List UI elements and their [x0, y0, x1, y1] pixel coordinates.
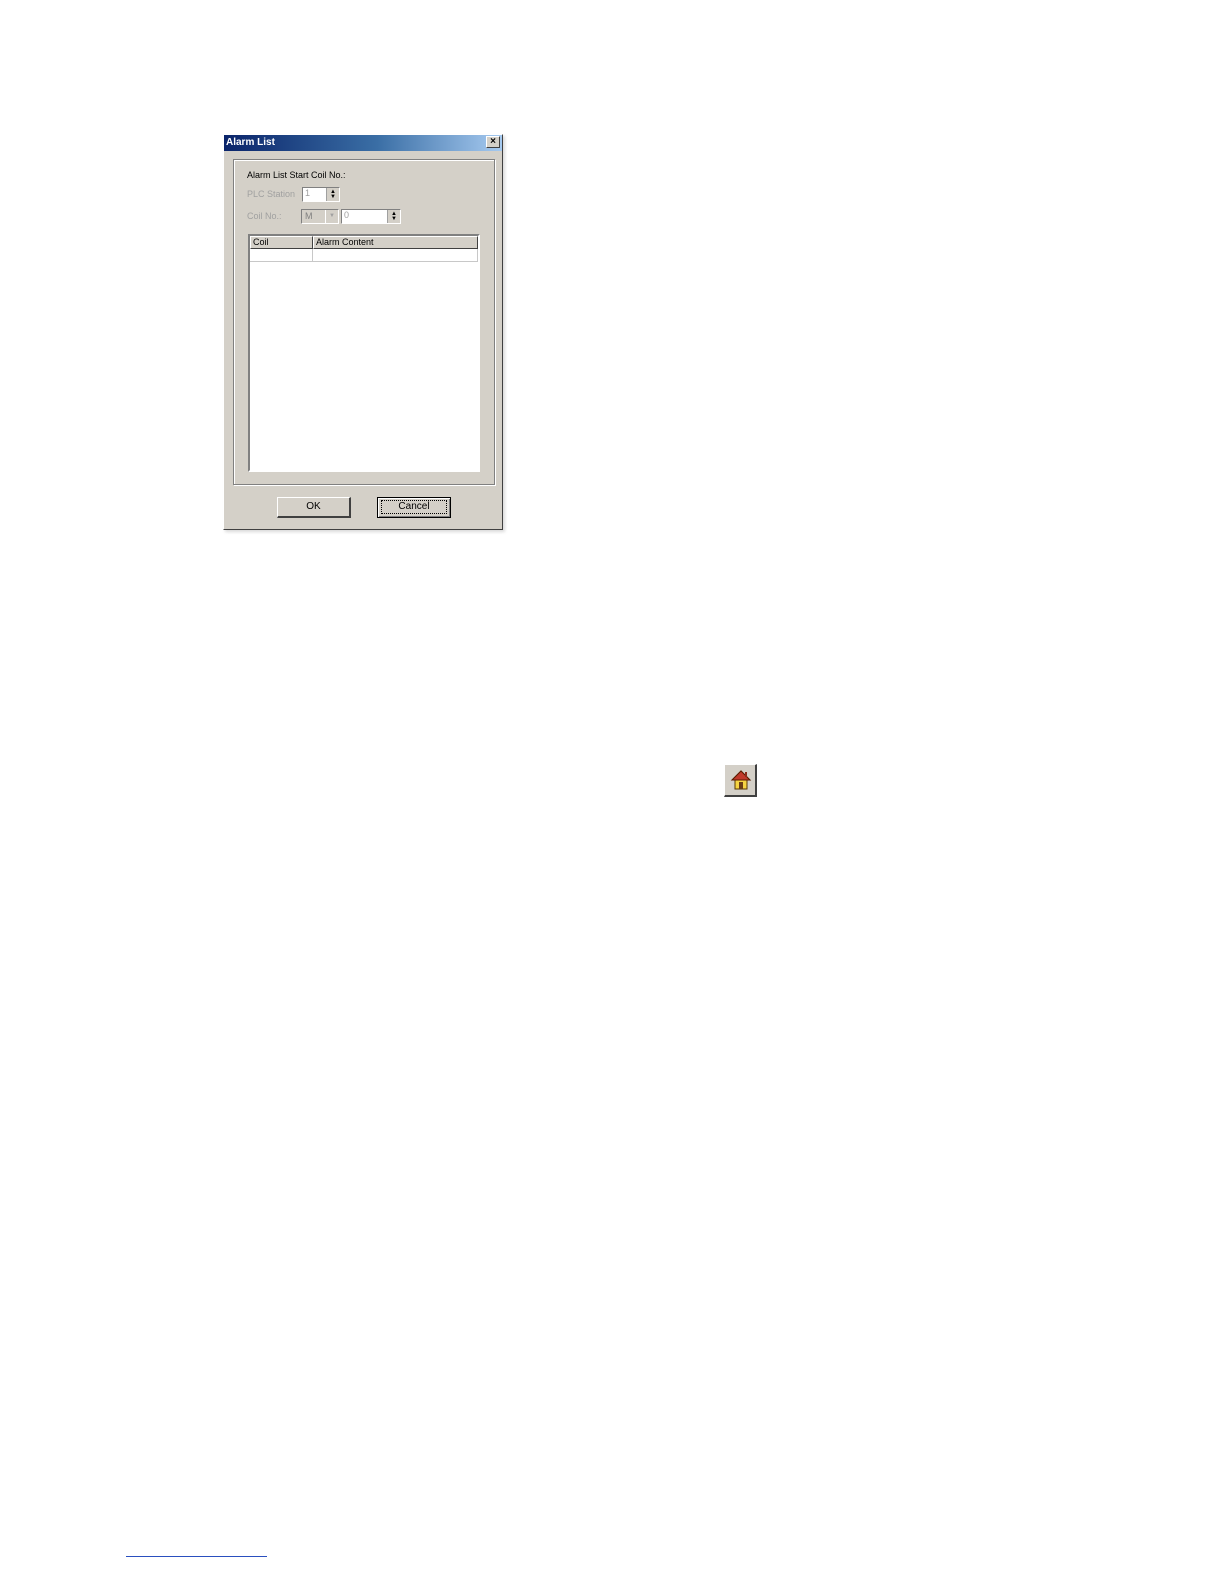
- down-arrow-icon[interactable]: ▼: [330, 194, 336, 200]
- coil-no-label: Coil No.:: [247, 211, 282, 221]
- close-icon: ×: [490, 136, 496, 147]
- down-arrow-icon[interactable]: ▼: [391, 216, 397, 222]
- column-header-coil[interactable]: Coil: [250, 236, 313, 249]
- dialog-title: Alarm List: [226, 137, 275, 148]
- column-header-alarm-content[interactable]: Alarm Content: [313, 236, 478, 249]
- coil-no-value: 0: [344, 210, 350, 220]
- chevron-down-icon[interactable]: ▼: [325, 210, 338, 223]
- ok-button[interactable]: OK: [277, 497, 351, 518]
- coil-device-value: M: [305, 211, 313, 221]
- alarm-table-header: Coil Alarm Content: [250, 236, 478, 249]
- cancel-button[interactable]: Cancel: [377, 497, 451, 518]
- alarm-table[interactable]: Coil Alarm Content: [248, 234, 480, 472]
- plc-station-spin-buttons[interactable]: ▲ ▼: [326, 188, 339, 201]
- table-cell-alarm-content[interactable]: [313, 249, 478, 262]
- coil-no-spin-buttons[interactable]: ▲ ▼: [387, 210, 400, 223]
- plc-station-value: 1: [305, 188, 311, 198]
- plc-station-label: PLC Station: [247, 189, 296, 199]
- table-cell-coil[interactable]: [250, 249, 313, 262]
- home-button[interactable]: [724, 764, 757, 797]
- home-icon: [730, 770, 752, 790]
- table-row[interactable]: [250, 249, 478, 262]
- footnote-rule: [126, 1556, 267, 1557]
- coil-no-spinner[interactable]: 0 ▲ ▼: [341, 209, 401, 224]
- cancel-button-label: Cancel: [381, 500, 447, 514]
- plc-station-spinner[interactable]: 1 ▲ ▼: [302, 187, 340, 202]
- dialog-titlebar[interactable]: Alarm List ×: [224, 135, 502, 151]
- alarm-list-dialog: Alarm List × Alarm List Start Coil No.: …: [223, 134, 503, 530]
- start-coil-label: Alarm List Start Coil No.:: [247, 170, 346, 180]
- close-button[interactable]: ×: [486, 136, 500, 148]
- coil-device-select[interactable]: M ▼: [301, 209, 339, 224]
